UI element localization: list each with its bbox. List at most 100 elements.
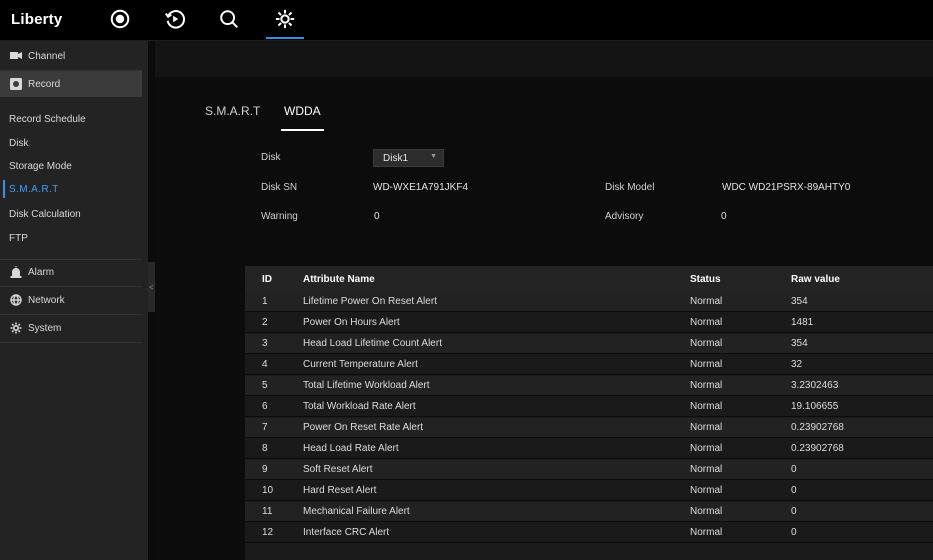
- cell-attribute-name: Head Load Lifetime Count Alert: [303, 338, 442, 349]
- cell-status: Normal: [690, 464, 723, 475]
- table-row: 12 Interface CRC Alert Normal 0: [245, 523, 933, 543]
- cell-id: 12: [262, 527, 274, 538]
- sidebar-item-label: Alarm: [28, 266, 55, 278]
- cell-id: 4: [262, 359, 268, 370]
- table-row: 7 Power On Reset Rate Alert Normal 0.239027…: [245, 418, 933, 438]
- disk-sn-label: Disk SN: [261, 182, 298, 193]
- cell-raw-value: 1481: [791, 317, 814, 328]
- sidebar: Channel Record Record Schedule Disk Stor…: [0, 41, 148, 560]
- cell-status: Normal: [690, 527, 723, 538]
- cell-status: Normal: [690, 443, 723, 454]
- cell-id: 8: [262, 443, 268, 454]
- cell-id: 9: [262, 464, 268, 475]
- cell-id: 5: [262, 380, 268, 391]
- sidebar-item-label: Record: [28, 78, 61, 90]
- disk-model-label: Disk Model: [605, 182, 655, 193]
- sidebar-subitem-disk-calculation[interactable]: Disk Calculation: [0, 203, 142, 225]
- settings-icon[interactable]: [266, 6, 304, 39]
- disk-model-value: WDC WD21PSRX-89AHTY0: [722, 182, 851, 193]
- cell-raw-value: 0.23902768: [791, 443, 844, 454]
- sidebar-item-alarm[interactable]: Alarm: [0, 259, 142, 285]
- cell-id: 10: [262, 485, 274, 496]
- cell-id: 3: [262, 338, 268, 349]
- tab-wdda[interactable]: WDDA: [281, 104, 324, 131]
- sidebar-item-label: Network: [28, 294, 65, 306]
- sidebar-item-label: System: [28, 322, 62, 334]
- table-row: 10 Hard Reset Alert Normal 0: [245, 481, 933, 501]
- cell-attribute-name: Current Temperature Alert: [303, 359, 418, 370]
- sidebar-subitem-smart[interactable]: S.M.A.R.T: [0, 178, 142, 200]
- cell-raw-value: 0.23902768: [791, 422, 844, 433]
- cell-attribute-name: Interface CRC Alert: [303, 527, 390, 538]
- main-content: S.M.A.R.T WDDA Disk Disk1 ▼ Disk SN WD-W…: [155, 41, 933, 560]
- cell-attribute-name: Power On Hours Alert: [303, 317, 400, 328]
- alarm-icon: [10, 266, 22, 278]
- warning-value: 0: [374, 211, 380, 222]
- app-logo: Liberty: [11, 11, 63, 28]
- column-header-id: ID: [262, 273, 272, 285]
- record-icon: [10, 78, 22, 90]
- table-row: 6 Total Workload Rate Alert Normal 19.10665…: [245, 397, 933, 417]
- cell-raw-value: 0: [791, 464, 797, 475]
- disk-sn-value: WD-WXE1A791JKF4: [373, 182, 469, 193]
- cell-raw-value: 354: [791, 296, 808, 307]
- cell-status: Normal: [690, 485, 723, 496]
- cell-status: Normal: [690, 422, 723, 433]
- search-icon[interactable]: [216, 6, 242, 32]
- table-row: 8 Head Load Rate Alert Normal 0.23902768: [245, 439, 933, 459]
- cell-attribute-name: Total Lifetime Workload Alert: [303, 380, 430, 391]
- cell-attribute-name: Hard Reset Alert: [303, 485, 377, 496]
- top-bar: Liberty: [0, 0, 933, 41]
- tab-smart[interactable]: S.M.A.R.T: [205, 104, 260, 128]
- cell-status: Normal: [690, 506, 723, 517]
- sidebar-item-label: Channel: [28, 50, 66, 62]
- sidebar-collapse-handle[interactable]: <: [148, 262, 155, 312]
- table-row: 3 Head Load Lifetime Count Alert Normal 354: [245, 334, 933, 354]
- main-header-strip: [155, 41, 933, 77]
- sidebar-subitem-ftp[interactable]: FTP: [0, 227, 142, 249]
- playback-icon[interactable]: [162, 6, 188, 32]
- cell-status: Normal: [690, 359, 723, 370]
- table-row: 1 Lifetime Power On Reset Alert Normal 354: [245, 292, 933, 312]
- sidebar-subitem-record-schedule[interactable]: Record Schedule: [0, 108, 142, 130]
- cell-status: Normal: [690, 401, 723, 412]
- cell-attribute-name: Mechanical Failure Alert: [303, 506, 410, 517]
- smart-attribute-table: ID Attribute Name Status Raw value 1 Life…: [245, 266, 933, 560]
- warning-label: Warning: [261, 211, 298, 222]
- column-header-status: Status: [690, 273, 721, 285]
- advisory-value: 0: [721, 211, 727, 222]
- column-header-raw-value: Raw value: [791, 273, 840, 285]
- disk-select[interactable]: Disk1 ▼: [373, 149, 444, 167]
- cell-id: 1: [262, 296, 268, 307]
- sidebar-item-network[interactable]: Network: [0, 287, 142, 313]
- column-header-attribute-name: Attribute Name: [303, 273, 375, 285]
- sidebar-subitem-disk[interactable]: Disk: [0, 132, 142, 154]
- cell-id: 11: [262, 506, 273, 517]
- cell-raw-value: 0: [791, 506, 797, 517]
- sidebar-subitem-storage-mode[interactable]: Storage Mode: [0, 155, 142, 177]
- cell-raw-value: 32: [791, 359, 803, 370]
- table-header: ID Attribute Name Status Raw value: [245, 266, 933, 292]
- system-gear-icon: [10, 322, 22, 334]
- cell-id: 2: [262, 317, 268, 328]
- cell-raw-value: 354: [791, 338, 808, 349]
- sidebar-item-system[interactable]: System: [0, 315, 142, 341]
- cell-status: Normal: [690, 317, 723, 328]
- cell-id: 7: [262, 422, 268, 433]
- cell-attribute-name: Head Load Rate Alert: [303, 443, 399, 454]
- cell-raw-value: 3.2302463: [791, 380, 839, 391]
- cell-attribute-name: Lifetime Power On Reset Alert: [303, 296, 437, 307]
- table-row: 2 Power On Hours Alert Normal 1481: [245, 313, 933, 333]
- cell-attribute-name: Power On Reset Rate Alert: [303, 422, 424, 433]
- cell-raw-value: 0: [791, 527, 797, 538]
- advisory-label: Advisory: [605, 211, 644, 222]
- sidebar-item-channel[interactable]: Channel: [0, 43, 142, 69]
- cell-raw-value: 0: [791, 485, 797, 496]
- cell-attribute-name: Total Workload Rate Alert: [303, 401, 416, 412]
- live-view-icon[interactable]: [107, 6, 133, 32]
- sidebar-item-record[interactable]: Record: [0, 71, 142, 97]
- cell-id: 6: [262, 401, 268, 412]
- chevron-down-icon: ▼: [430, 153, 437, 160]
- table-row: 4 Current Temperature Alert Normal 32: [245, 355, 933, 375]
- table-row: 5 Total Lifetime Workload Alert Normal 3.23…: [245, 376, 933, 396]
